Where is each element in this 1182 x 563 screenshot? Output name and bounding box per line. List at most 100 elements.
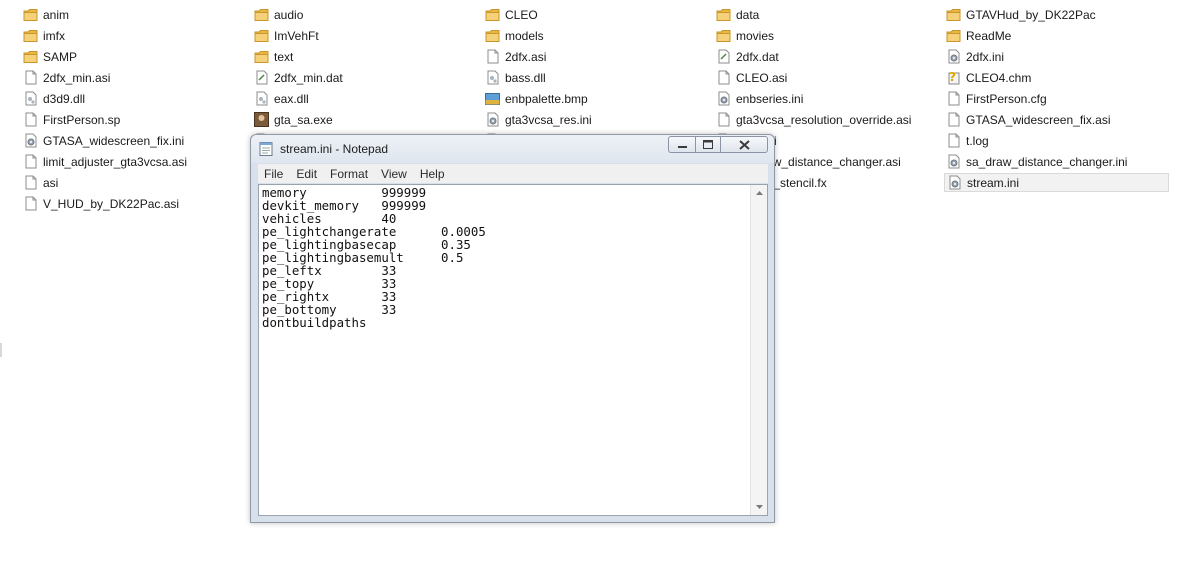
window-title: stream.ini - Notepad: [280, 142, 389, 156]
file-item-label: d3d9.dll: [43, 91, 86, 106]
maximize-button[interactable]: [695, 136, 721, 153]
file-item-label: t.log: [966, 133, 989, 148]
doc-file-icon: [946, 91, 961, 106]
dat-file-icon: [254, 70, 269, 85]
menu-format[interactable]: Format: [324, 167, 375, 181]
file-item-label: sa_draw_distance_changer.ini: [966, 154, 1128, 169]
file-item[interactable]: ReadMe: [944, 26, 1169, 45]
minimize-button[interactable]: [668, 136, 695, 153]
menu-edit[interactable]: Edit: [290, 167, 324, 181]
doc-file-icon: [946, 133, 961, 148]
ini-file-icon: [947, 175, 962, 190]
file-item[interactable]: CLEO.asi: [714, 68, 939, 87]
doc-file-icon: [23, 112, 38, 127]
file-item[interactable]: text: [252, 47, 477, 66]
notepad-icon: [259, 141, 273, 156]
dat-file-icon: [716, 49, 731, 64]
file-item[interactable]: imfx: [21, 26, 246, 45]
minimize-icon: [677, 146, 687, 148]
file-item-label: data: [736, 7, 760, 22]
folder-icon: [23, 7, 38, 22]
file-item[interactable]: 2dfx.asi: [483, 47, 708, 66]
file-item-label: CLEO.asi: [736, 70, 788, 85]
file-item-label: ImVehFt: [274, 28, 319, 43]
file-item[interactable]: V_HUD_by_DK22Pac.asi: [21, 194, 246, 213]
folder-icon: [254, 7, 269, 22]
file-item[interactable]: enbpalette.bmp: [483, 89, 708, 108]
file-item-label: asi: [43, 175, 59, 190]
menu-view[interactable]: View: [375, 167, 414, 181]
file-item[interactable]: 2dfx.ini: [944, 47, 1169, 66]
file-item[interactable]: gta_sa.exe: [252, 110, 477, 129]
editor-content[interactable]: memory 999999 devkit_memory 999999 vehic…: [262, 186, 486, 329]
file-item[interactable]: models: [483, 26, 708, 45]
file-item-label: V_HUD_by_DK22Pac.asi: [43, 196, 180, 211]
file-item-label: enbpalette.bmp: [505, 91, 588, 106]
asi-file-icon: [485, 49, 500, 64]
file-item[interactable]: stream.ini: [944, 173, 1169, 192]
file-item-label: limit_adjuster_gta3vcsa.asi: [43, 154, 188, 169]
scroll-down-button[interactable]: [751, 499, 767, 515]
notepad-window[interactable]: stream.ini - Notepad File Edit Format Vi…: [250, 134, 775, 523]
file-item[interactable]: ImVehFt: [252, 26, 477, 45]
menu-help[interactable]: Help: [414, 167, 452, 181]
file-item[interactable]: asi: [21, 173, 246, 192]
ini-file-icon: [23, 133, 38, 148]
dll-file-icon: [485, 70, 500, 85]
file-item-label: imfx: [43, 28, 65, 43]
file-item[interactable]: d3d9.dll: [21, 89, 246, 108]
chm-file-icon: ?: [946, 70, 961, 85]
file-item[interactable]: 2dfx.dat: [714, 47, 939, 66]
file-item-label: 2dfx.ini: [966, 49, 1005, 64]
file-item-label: enbseries.ini: [736, 91, 804, 106]
folder-icon: [23, 49, 38, 64]
asi-file-icon: [23, 175, 38, 190]
file-item[interactable]: GTAVHud_by_DK22Pac: [944, 5, 1169, 24]
asi-file-icon: [946, 112, 961, 127]
file-item[interactable]: t.log: [944, 131, 1169, 150]
file-item-label: CLEO: [505, 7, 538, 22]
file-item[interactable]: eax.dll: [252, 89, 477, 108]
folder-icon: [946, 28, 961, 43]
ini-file-icon: [716, 91, 731, 106]
file-item[interactable]: CLEO: [483, 5, 708, 24]
scroll-up-button[interactable]: [751, 185, 767, 201]
arrow-up-icon: [755, 191, 763, 195]
close-button[interactable]: [721, 136, 768, 153]
file-item-label: 2dfx_min.dat: [274, 70, 343, 85]
text-editor[interactable]: memory 999999 devkit_memory 999999 vehic…: [258, 184, 768, 516]
file-item-label: eax.dll: [274, 91, 309, 106]
file-item-label: GTAVHud_by_DK22Pac: [966, 7, 1096, 22]
folder-icon: [946, 7, 961, 22]
file-item[interactable]: FirstPerson.sp: [21, 110, 246, 129]
file-item[interactable]: data: [714, 5, 939, 24]
file-item[interactable]: GTASA_widescreen_fix.asi: [944, 110, 1169, 129]
file-item[interactable]: anim: [21, 5, 246, 24]
file-item[interactable]: SAMP: [21, 47, 246, 66]
file-item[interactable]: enbseries.ini: [714, 89, 939, 108]
folder-icon: [716, 7, 731, 22]
asi-file-icon: [23, 70, 38, 85]
file-item-label: SAMP: [43, 49, 78, 64]
title-bar[interactable]: stream.ini - Notepad: [251, 135, 774, 163]
file-item[interactable]: limit_adjuster_gta3vcsa.asi: [21, 152, 246, 171]
menu-bar: File Edit Format View Help: [258, 164, 768, 183]
file-item[interactable]: 2dfx_min.dat: [252, 68, 477, 87]
file-item[interactable]: 2dfx_min.asi: [21, 68, 246, 87]
folder-icon: [485, 28, 500, 43]
file-item[interactable]: GTASA_widescreen_fix.ini: [21, 131, 246, 150]
menu-file[interactable]: File: [258, 167, 290, 181]
file-item[interactable]: audio: [252, 5, 477, 24]
file-item[interactable]: bass.dll: [483, 68, 708, 87]
file-item-label: movies: [736, 28, 775, 43]
file-item[interactable]: gta3vcsa_resolution_override.asi: [714, 110, 939, 129]
file-item[interactable]: gta3vcsa_res.ini: [483, 110, 708, 129]
file-item[interactable]: movies: [714, 26, 939, 45]
ini-file-icon: [946, 154, 961, 169]
file-item[interactable]: ? CLEO4.chm: [944, 68, 1169, 87]
vertical-scrollbar[interactable]: [750, 185, 767, 515]
asi-file-icon: [716, 112, 731, 127]
file-item[interactable]: sa_draw_distance_changer.ini: [944, 152, 1169, 171]
file-item[interactable]: FirstPerson.cfg: [944, 89, 1169, 108]
file-item-label: 2dfx.dat: [736, 49, 779, 64]
